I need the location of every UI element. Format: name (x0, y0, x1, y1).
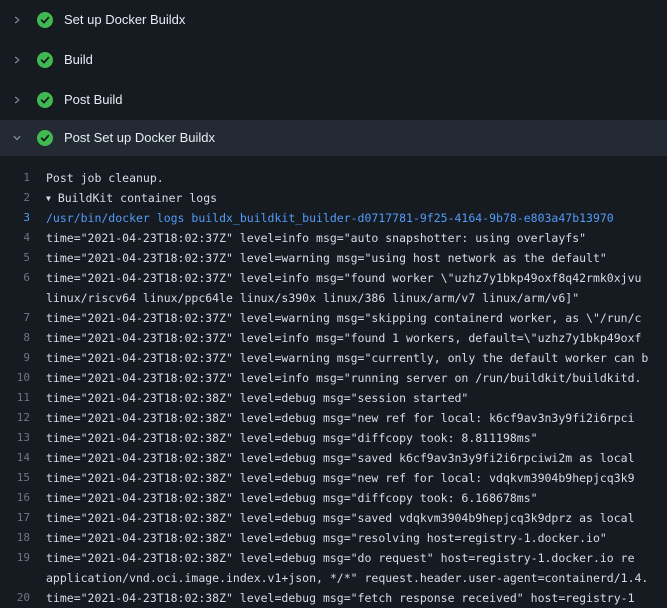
log-text: time="2021-04-23T18:02:37Z" level=warnin… (46, 248, 667, 268)
step-row-build[interactable]: Build (0, 40, 667, 80)
log-text: time="2021-04-23T18:02:37Z" level=info m… (46, 268, 667, 288)
log-line: 5time="2021-04-23T18:02:37Z" level=warni… (0, 248, 667, 268)
log-text: time="2021-04-23T18:02:38Z" level=debug … (46, 508, 667, 528)
chevron-right-icon (12, 14, 22, 26)
log-line: 17time="2021-04-23T18:02:38Z" level=debu… (0, 508, 667, 528)
log-line: 20time="2021-04-23T18:02:38Z" level=debu… (0, 588, 667, 608)
log-line: 12time="2021-04-23T18:02:38Z" level=debu… (0, 408, 667, 428)
line-number[interactable]: 1 (0, 168, 46, 188)
log-text: time="2021-04-23T18:02:37Z" level=warnin… (46, 348, 667, 368)
log-text: time="2021-04-23T18:02:38Z" level=debug … (46, 408, 667, 428)
line-number[interactable]: 7 (0, 308, 46, 328)
log-line: 6time="2021-04-23T18:02:37Z" level=info … (0, 268, 667, 288)
log-text: time="2021-04-23T18:02:37Z" level=info m… (46, 328, 667, 348)
step-label: Post Build (64, 92, 123, 108)
log-line: 14time="2021-04-23T18:02:38Z" level=debu… (0, 448, 667, 468)
line-number[interactable]: 5 (0, 248, 46, 268)
log-text: time="2021-04-23T18:02:37Z" level=warnin… (46, 308, 667, 328)
log-line: 8time="2021-04-23T18:02:37Z" level=info … (0, 328, 667, 348)
log-text: time="2021-04-23T18:02:37Z" level=info m… (46, 228, 667, 248)
log-text: time="2021-04-23T18:02:38Z" level=debug … (46, 488, 667, 508)
line-number[interactable]: 3 (0, 208, 46, 228)
line-number[interactable]: 14 (0, 448, 46, 468)
group-expand-icon: ▼ (46, 189, 51, 208)
chevron-down-icon (12, 132, 22, 144)
line-number[interactable]: 9 (0, 348, 46, 368)
step-row-post-set-up-docker-buildx[interactable]: Post Set up Docker Buildx (0, 120, 667, 156)
log-line: 16time="2021-04-23T18:02:38Z" level=debu… (0, 488, 667, 508)
chevron-right-icon (12, 94, 22, 106)
log-text: time="2021-04-23T18:02:38Z" level=debug … (46, 548, 667, 568)
log-line: 11time="2021-04-23T18:02:38Z" level=debu… (0, 388, 667, 408)
log-text: ▼BuildKit container logs (46, 188, 667, 208)
line-number[interactable]: 2 (0, 188, 46, 208)
log-text: time="2021-04-23T18:02:38Z" level=debug … (46, 388, 667, 408)
log-line: 7time="2021-04-23T18:02:37Z" level=warni… (0, 308, 667, 328)
step-row-post-build[interactable]: Post Build (0, 80, 667, 120)
chevron-right-icon (12, 54, 22, 66)
line-number[interactable]: 12 (0, 408, 46, 428)
log-text: time="2021-04-23T18:02:38Z" level=debug … (46, 428, 667, 448)
check-circle-icon (37, 52, 53, 68)
log-text: time="2021-04-23T18:02:38Z" level=debug … (46, 448, 667, 468)
log-line: 9time="2021-04-23T18:02:37Z" level=warni… (0, 348, 667, 368)
line-number[interactable]: 17 (0, 508, 46, 528)
line-number[interactable]: 11 (0, 388, 46, 408)
check-circle-icon (37, 92, 53, 108)
log-line: 10time="2021-04-23T18:02:37Z" level=info… (0, 368, 667, 388)
log-text: time="2021-04-23T18:02:38Z" level=debug … (46, 528, 667, 548)
step-label: Build (64, 52, 93, 68)
line-number[interactable]: 4 (0, 228, 46, 248)
log-text: /usr/bin/docker logs buildx_buildkit_bui… (46, 208, 667, 228)
log-command-line: 3/usr/bin/docker logs buildx_buildkit_bu… (0, 208, 667, 228)
log-line: 13time="2021-04-23T18:02:38Z" level=debu… (0, 428, 667, 448)
line-number[interactable]: 16 (0, 488, 46, 508)
log-text: time="2021-04-23T18:02:38Z" level=debug … (46, 468, 667, 488)
line-number[interactable]: 13 (0, 428, 46, 448)
line-number[interactable]: 10 (0, 368, 46, 388)
step-label: Post Set up Docker Buildx (64, 130, 215, 146)
log-text: Post job cleanup. (46, 168, 667, 188)
log-line: 15time="2021-04-23T18:02:38Z" level=debu… (0, 468, 667, 488)
check-circle-icon (37, 12, 53, 28)
log-line: 18time="2021-04-23T18:02:38Z" level=debu… (0, 528, 667, 548)
line-number[interactable] (0, 568, 46, 588)
line-number[interactable]: 8 (0, 328, 46, 348)
log-line: application/vnd.oci.image.index.v1+json,… (0, 568, 667, 588)
log-line: linux/riscv64 linux/ppc64le linux/s390x … (0, 288, 667, 308)
line-number[interactable]: 20 (0, 588, 46, 608)
log-area: 1Post job cleanup.2▼BuildKit container l… (0, 156, 667, 608)
log-line: 4time="2021-04-23T18:02:37Z" level=info … (0, 228, 667, 248)
line-number[interactable]: 19 (0, 548, 46, 568)
step-row-set-up-docker-buildx[interactable]: Set up Docker Buildx (0, 0, 667, 40)
log-text: time="2021-04-23T18:02:37Z" level=info m… (46, 368, 667, 388)
log-group-row[interactable]: 2▼BuildKit container logs (0, 188, 667, 208)
workflow-steps-list: Set up Docker Buildx Build Post Build Po… (0, 0, 667, 156)
log-text: linux/riscv64 linux/ppc64le linux/s390x … (46, 288, 667, 308)
line-number[interactable]: 15 (0, 468, 46, 488)
log-line: 19time="2021-04-23T18:02:38Z" level=debu… (0, 548, 667, 568)
line-number[interactable]: 18 (0, 528, 46, 548)
log-text: application/vnd.oci.image.index.v1+json,… (46, 568, 667, 588)
log-text: time="2021-04-23T18:02:38Z" level=debug … (46, 588, 667, 608)
check-circle-icon (37, 130, 53, 146)
step-label: Set up Docker Buildx (64, 12, 185, 28)
log-line: 1Post job cleanup. (0, 168, 667, 188)
line-number[interactable]: 6 (0, 268, 46, 288)
line-number[interactable] (0, 288, 46, 308)
